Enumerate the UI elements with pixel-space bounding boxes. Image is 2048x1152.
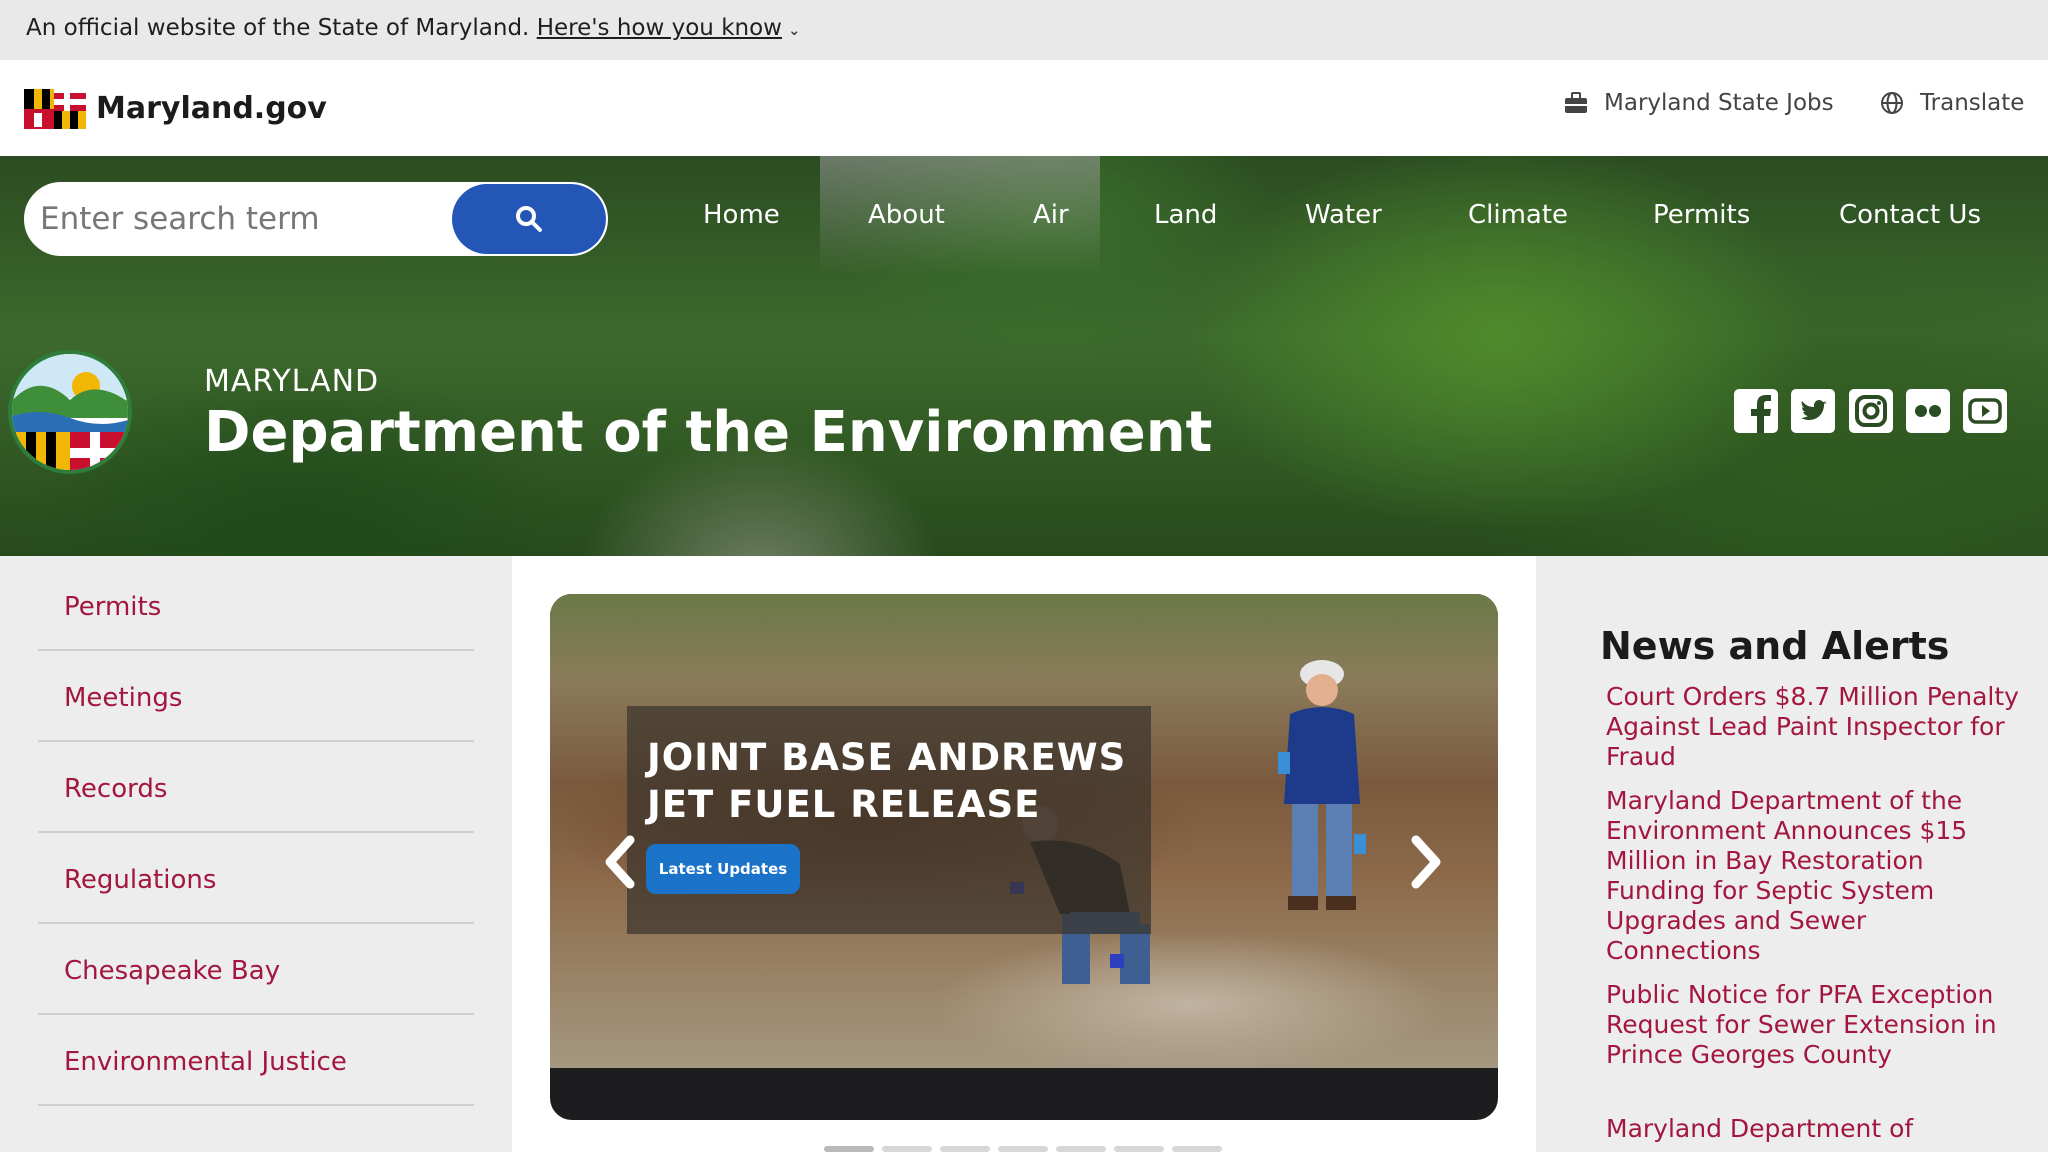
carousel-dot[interactable] [1114,1146,1164,1152]
twitter-icon[interactable] [1790,388,1836,434]
search-bar [24,182,608,256]
carousel-dot[interactable] [940,1146,990,1152]
search-button[interactable] [452,184,606,254]
official-banner-text: An official website of the State of Mary… [26,15,530,41]
nav-climate[interactable]: Climate [1468,200,1568,230]
sidebar: Permits Meetings Records Regulations Che… [0,556,512,1152]
sidebar-item-chesapeake-bay[interactable]: Chesapeake Bay [38,924,474,1015]
news-panel: News and Alerts Court Orders $8.7 Millio… [1536,556,2048,1152]
translate-button[interactable]: Translate [1880,90,2024,116]
sidebar-item-regulations[interactable]: Regulations [38,833,474,924]
search-icon [516,206,542,232]
youtube-icon[interactable] [1962,388,2008,434]
news-item[interactable]: Public Notice for PFA Exception Request … [1606,980,2026,1070]
site-header: Maryland.gov Maryland State Jobs Transla… [0,60,2048,156]
hero-banner: Home About Air Land Water Climate Permit… [0,156,2048,556]
news-item[interactable]: Maryland Department of the Environment A… [1606,786,2026,966]
site-title: Maryland.gov [96,90,327,126]
nav-land[interactable]: Land [1154,200,1217,230]
sidebar-item-records[interactable]: Records [38,742,474,833]
state-jobs-link[interactable]: Maryland State Jobs [1564,90,1834,116]
slide-caption: JOINT BASE ANDREWS JET FUEL RELEASE Late… [627,706,1151,934]
chevron-left-icon[interactable] [602,834,638,890]
chevron-right-icon[interactable] [1408,834,1444,890]
carousel-dots [824,1146,1222,1152]
carousel-slide-image: JOINT BASE ANDREWS JET FUEL RELEASE Late… [550,594,1498,1068]
search-input[interactable] [26,184,454,254]
dept-kicker: MARYLAND [204,364,380,399]
carousel-dot[interactable] [1172,1146,1222,1152]
sidebar-item-permits[interactable]: Permits [38,560,474,651]
slide-caption-title: JOINT BASE ANDREWS JET FUEL RELEASE [647,736,1127,826]
nav-air[interactable]: Air [1033,200,1069,230]
nav-about[interactable]: About [868,200,945,230]
nav-contact-us[interactable]: Contact Us [1839,200,1981,230]
carousel-dot[interactable] [882,1146,932,1152]
sidebar-item-environmental-justice[interactable]: Environmental Justice [38,1015,474,1106]
nav-permits[interactable]: Permits [1653,200,1750,230]
carousel-dot[interactable] [1056,1146,1106,1152]
translate-label: Translate [1920,90,2025,116]
news-title: News and Alerts [1600,624,1950,668]
dept-title[interactable]: Department of the Environment [204,400,1212,465]
instagram-icon[interactable] [1848,388,1894,434]
carousel-dot[interactable] [998,1146,1048,1152]
state-jobs-label: Maryland State Jobs [1604,90,1834,116]
news-item[interactable]: Court Orders $8.7 Million Penalty Agains… [1606,682,2026,772]
chevron-down-icon[interactable]: ⌄ [788,21,801,39]
sidebar-item-meetings[interactable]: Meetings [38,651,474,742]
slide-person-standing [1278,660,1366,910]
maryland-gov-logo[interactable]: Maryland.gov [24,85,327,131]
briefcase-icon [1565,92,1587,113]
how-you-know-link[interactable]: Here's how you know [537,15,782,41]
carousel-dot[interactable] [824,1146,874,1152]
nav-water[interactable]: Water [1305,200,1382,230]
latest-updates-button[interactable]: Latest Updates [646,844,800,894]
nav-home[interactable]: Home [703,200,780,230]
maryland-flag-logo [24,89,86,129]
facebook-icon[interactable] [1733,388,1779,434]
mde-seal-logo[interactable] [6,348,134,476]
flickr-icon[interactable] [1905,388,1951,434]
news-item[interactable]: Maryland Department of [1606,1114,2026,1144]
carousel: JOINT BASE ANDREWS JET FUEL RELEASE Late… [550,594,1498,1120]
globe-icon [1881,92,1903,114]
official-banner: An official website of the State of Mary… [0,0,2048,60]
